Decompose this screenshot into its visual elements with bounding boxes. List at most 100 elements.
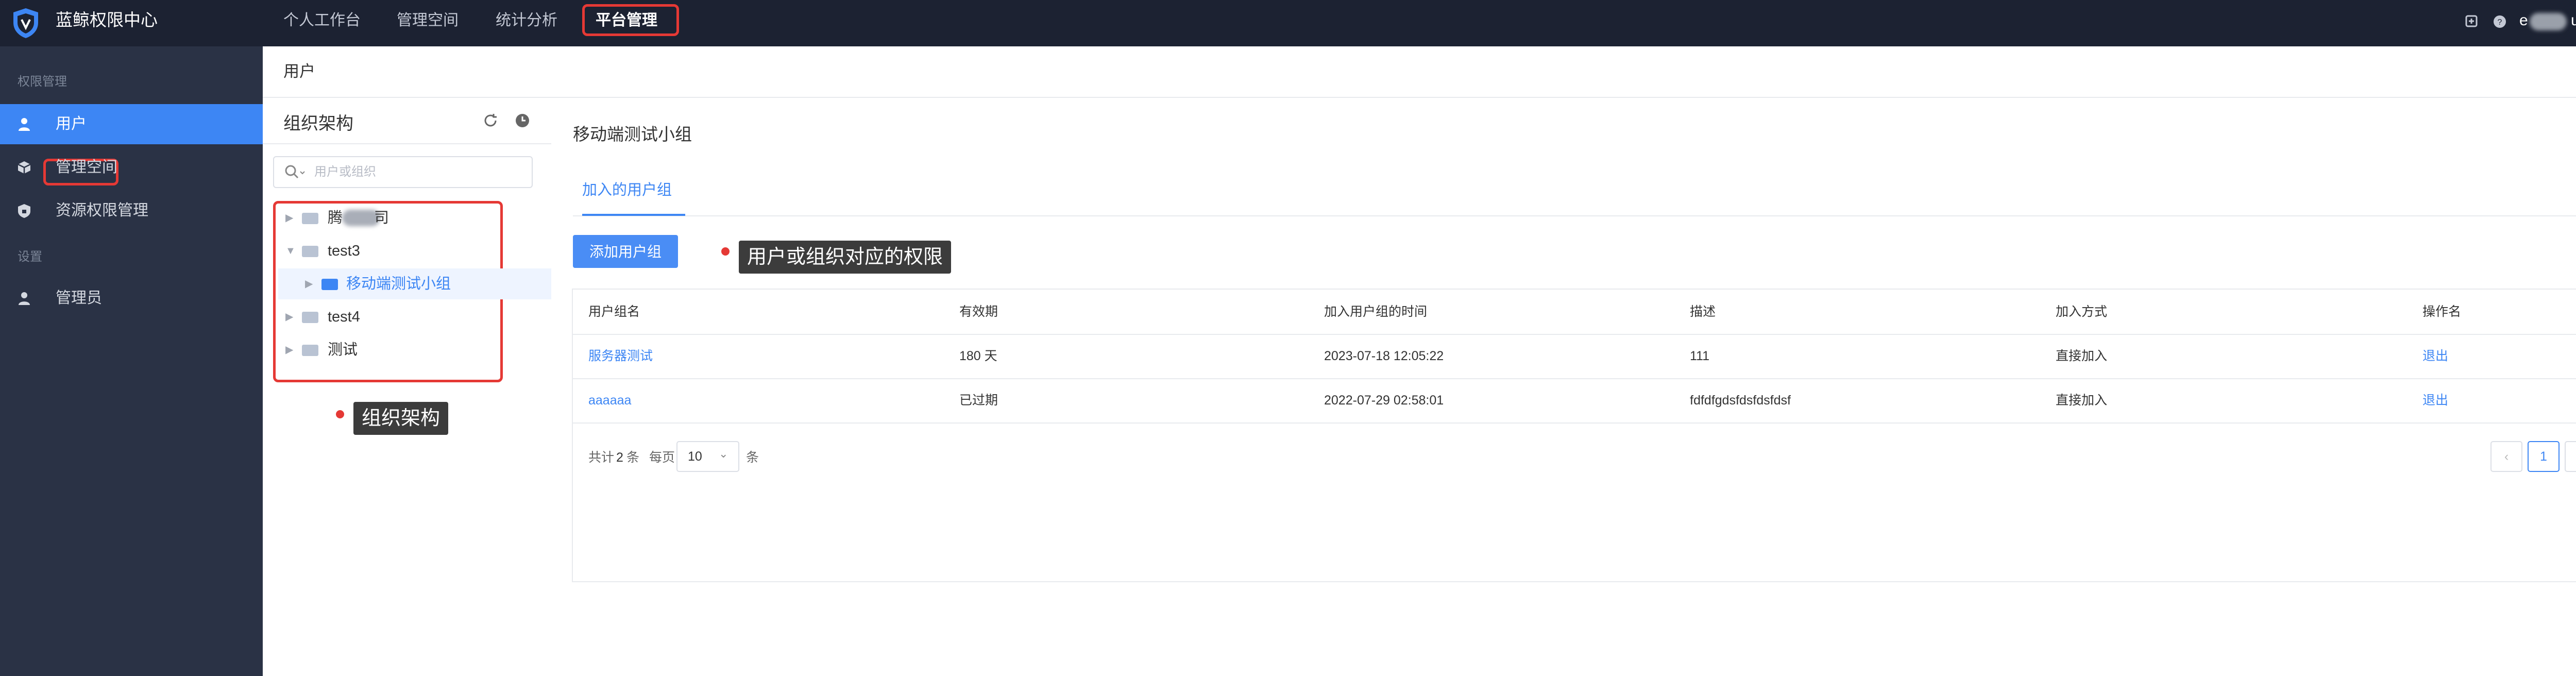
tree-node-label-start: 腾 [328, 210, 343, 226]
org-search-box[interactable] [273, 156, 533, 188]
page-button-current[interactable]: 1 [2528, 441, 2560, 472]
column-header: 描述 [1690, 305, 1716, 319]
tab-joined-groups[interactable]: 加入的用户组 [582, 178, 672, 199]
validity-cell: 已过期 [959, 393, 998, 408]
search-icon [285, 165, 305, 179]
user-group-table: 用户组名 有效期 加入用户组的时间 描述 加入方式 操作名 服务器测试 180 … [572, 289, 2576, 582]
description-cell: 111 [1690, 349, 1710, 363]
per-page-select[interactable]: 10 ⌄ [676, 441, 739, 472]
sidebar-item-label: 管理员 [56, 290, 102, 307]
tab-active-indicator [582, 214, 685, 216]
sidebar-item-label: 资源权限管理 [56, 202, 148, 219]
refresh-icon[interactable] [482, 112, 499, 129]
join-method-cell: 直接加入 [2056, 349, 2108, 363]
folder-icon [302, 312, 318, 323]
sidebar-item-users[interactable]: 用户 [0, 104, 263, 144]
tree-node-label: 测试 [328, 342, 358, 358]
group-name-link[interactable]: aaaaaa [588, 378, 631, 422]
sidebar: 权限管理 用户 管理空间 资源权限管理 设置 管理员 [0, 46, 263, 676]
sidebar-section-settings: 设置 [18, 250, 42, 264]
joined-time-cell: 2022-07-29 02:58:01 [1324, 393, 1444, 408]
org-panel-header: 组织架构 [263, 98, 551, 144]
pager-total-suffix: 条 [626, 450, 640, 465]
user-icon [19, 292, 30, 305]
column-header: 加入用户组的时间 [1324, 305, 1428, 319]
highlight-box-nav [582, 4, 679, 36]
shield-lock-icon [18, 204, 30, 218]
pager-per-page-label: 每页 [649, 450, 675, 465]
tree-node-label: test3 [328, 243, 360, 259]
org-panel-title: 组织架构 [283, 114, 353, 133]
breadcrumb: 用户 [263, 46, 2576, 98]
chevron-down-icon: ⌄ [719, 447, 728, 460]
shield-logo-icon [13, 8, 38, 38]
caret-right-icon[interactable]: ▶ [285, 334, 293, 365]
user-name-blurred [2530, 13, 2567, 30]
tree-node-test3[interactable]: ▼ test3 [285, 235, 502, 266]
table-header: 用户组名 有效期 加入用户组的时间 描述 加入方式 操作名 [573, 290, 2576, 335]
exit-link[interactable]: 退出 [2422, 334, 2448, 378]
tree-node-test4[interactable]: ▶ test4 [285, 301, 502, 332]
folder-icon [321, 279, 338, 290]
tree-node-test[interactable]: ▶ 测试 [285, 334, 502, 365]
next-page-button[interactable]: › [2565, 441, 2576, 472]
document-icon[interactable] [2465, 14, 2478, 28]
svg-text:?: ? [2498, 18, 2502, 27]
top-bar: 蓝鲸权限中心 个人工作台 管理空间 统计分析 平台管理 ? e u ⌄ [0, 0, 2576, 46]
main-content: 移动端测试小组 加入的用户组 添加用户组 用户或组织对应的权限 用户组名 有效期… [551, 98, 2576, 676]
sidebar-item-admins[interactable]: 管理员 [0, 278, 263, 318]
folder-icon [302, 345, 318, 356]
annotation-dot [336, 410, 344, 418]
pager-total: 2 [616, 450, 623, 465]
tree-node-label: test4 [328, 309, 360, 325]
nav-personal-workbench[interactable]: 个人工作台 [283, 0, 361, 41]
column-header: 加入方式 [2056, 305, 2108, 319]
description-cell: fdfdfgdsfdsfdsfdsf [1690, 393, 1791, 408]
validity-cell: 180 天 [959, 349, 997, 363]
caret-right-icon[interactable]: ▶ [305, 268, 313, 299]
caret-down-icon[interactable]: ▼ [285, 235, 296, 266]
clock-icon[interactable] [514, 112, 531, 129]
per-page-value: 10 [688, 449, 702, 464]
user-name-end[interactable]: u [2571, 0, 2576, 41]
table-row: 服务器测试 180 天 2023-07-18 12:05:22 111 直接加入… [573, 334, 2576, 379]
exit-link[interactable]: 退出 [2422, 378, 2448, 422]
tree-node-mobile-test-group[interactable]: ▶ 移动端测试小组 [278, 268, 551, 299]
annotation-org-structure: 组织架构 [353, 402, 449, 435]
search-input[interactable] [313, 161, 521, 183]
pager-per-page-suffix: 条 [746, 450, 759, 465]
sidebar-item-resource-permission[interactable]: 资源权限管理 [0, 191, 263, 231]
column-header: 用户组名 [588, 305, 640, 319]
joined-time-cell: 2023-07-18 12:05:22 [1324, 349, 1444, 363]
group-title: 移动端测试小组 [573, 125, 692, 144]
tree-node-company[interactable]: ▶ 腾 司 [285, 202, 502, 233]
sidebar-item-label: 用户 [56, 115, 87, 132]
join-method-cell: 直接加入 [2056, 393, 2108, 408]
sidebar-item-management-space[interactable]: 管理空间 [0, 147, 263, 188]
column-header: 有效期 [959, 305, 998, 319]
group-name-link[interactable]: 服务器测试 [588, 334, 653, 378]
nav-management-space[interactable]: 管理空间 [397, 0, 459, 41]
help-icon[interactable]: ? [2493, 14, 2507, 29]
sidebar-item-label: 管理空间 [56, 159, 117, 176]
add-user-group-button[interactable]: 添加用户组 [573, 235, 678, 268]
caret-right-icon[interactable]: ▶ [285, 202, 293, 233]
user-icon [19, 118, 30, 131]
caret-right-icon[interactable]: ▶ [285, 301, 293, 332]
breadcrumb-current: 用户 [283, 62, 315, 80]
app-title: 蓝鲸权限中心 [56, 10, 158, 29]
column-header: 操作名 [2422, 305, 2462, 319]
nav-statistics[interactable]: 统计分析 [496, 0, 557, 41]
table-row: aaaaaa 已过期 2022-07-29 02:58:01 fdfdfgdsf… [573, 378, 2576, 424]
folder-icon [302, 213, 318, 224]
folder-icon [302, 246, 318, 257]
annotation-dot [721, 247, 730, 256]
cube-icon [18, 161, 31, 174]
prev-page-button[interactable]: ‹ [2490, 441, 2522, 472]
annotation-permissions: 用户或组织对应的权限 [739, 241, 952, 274]
tab-divider [573, 215, 2576, 216]
org-panel: 组织架构 ▶ 腾 司 ▼ test3 ▶ 移动端测试小组 ▶ test4 [263, 98, 552, 676]
tree-node-label: 移动端测试小组 [346, 276, 451, 292]
user-name-start[interactable]: e [2519, 0, 2528, 41]
tree-node-label-end: 司 [374, 210, 389, 226]
